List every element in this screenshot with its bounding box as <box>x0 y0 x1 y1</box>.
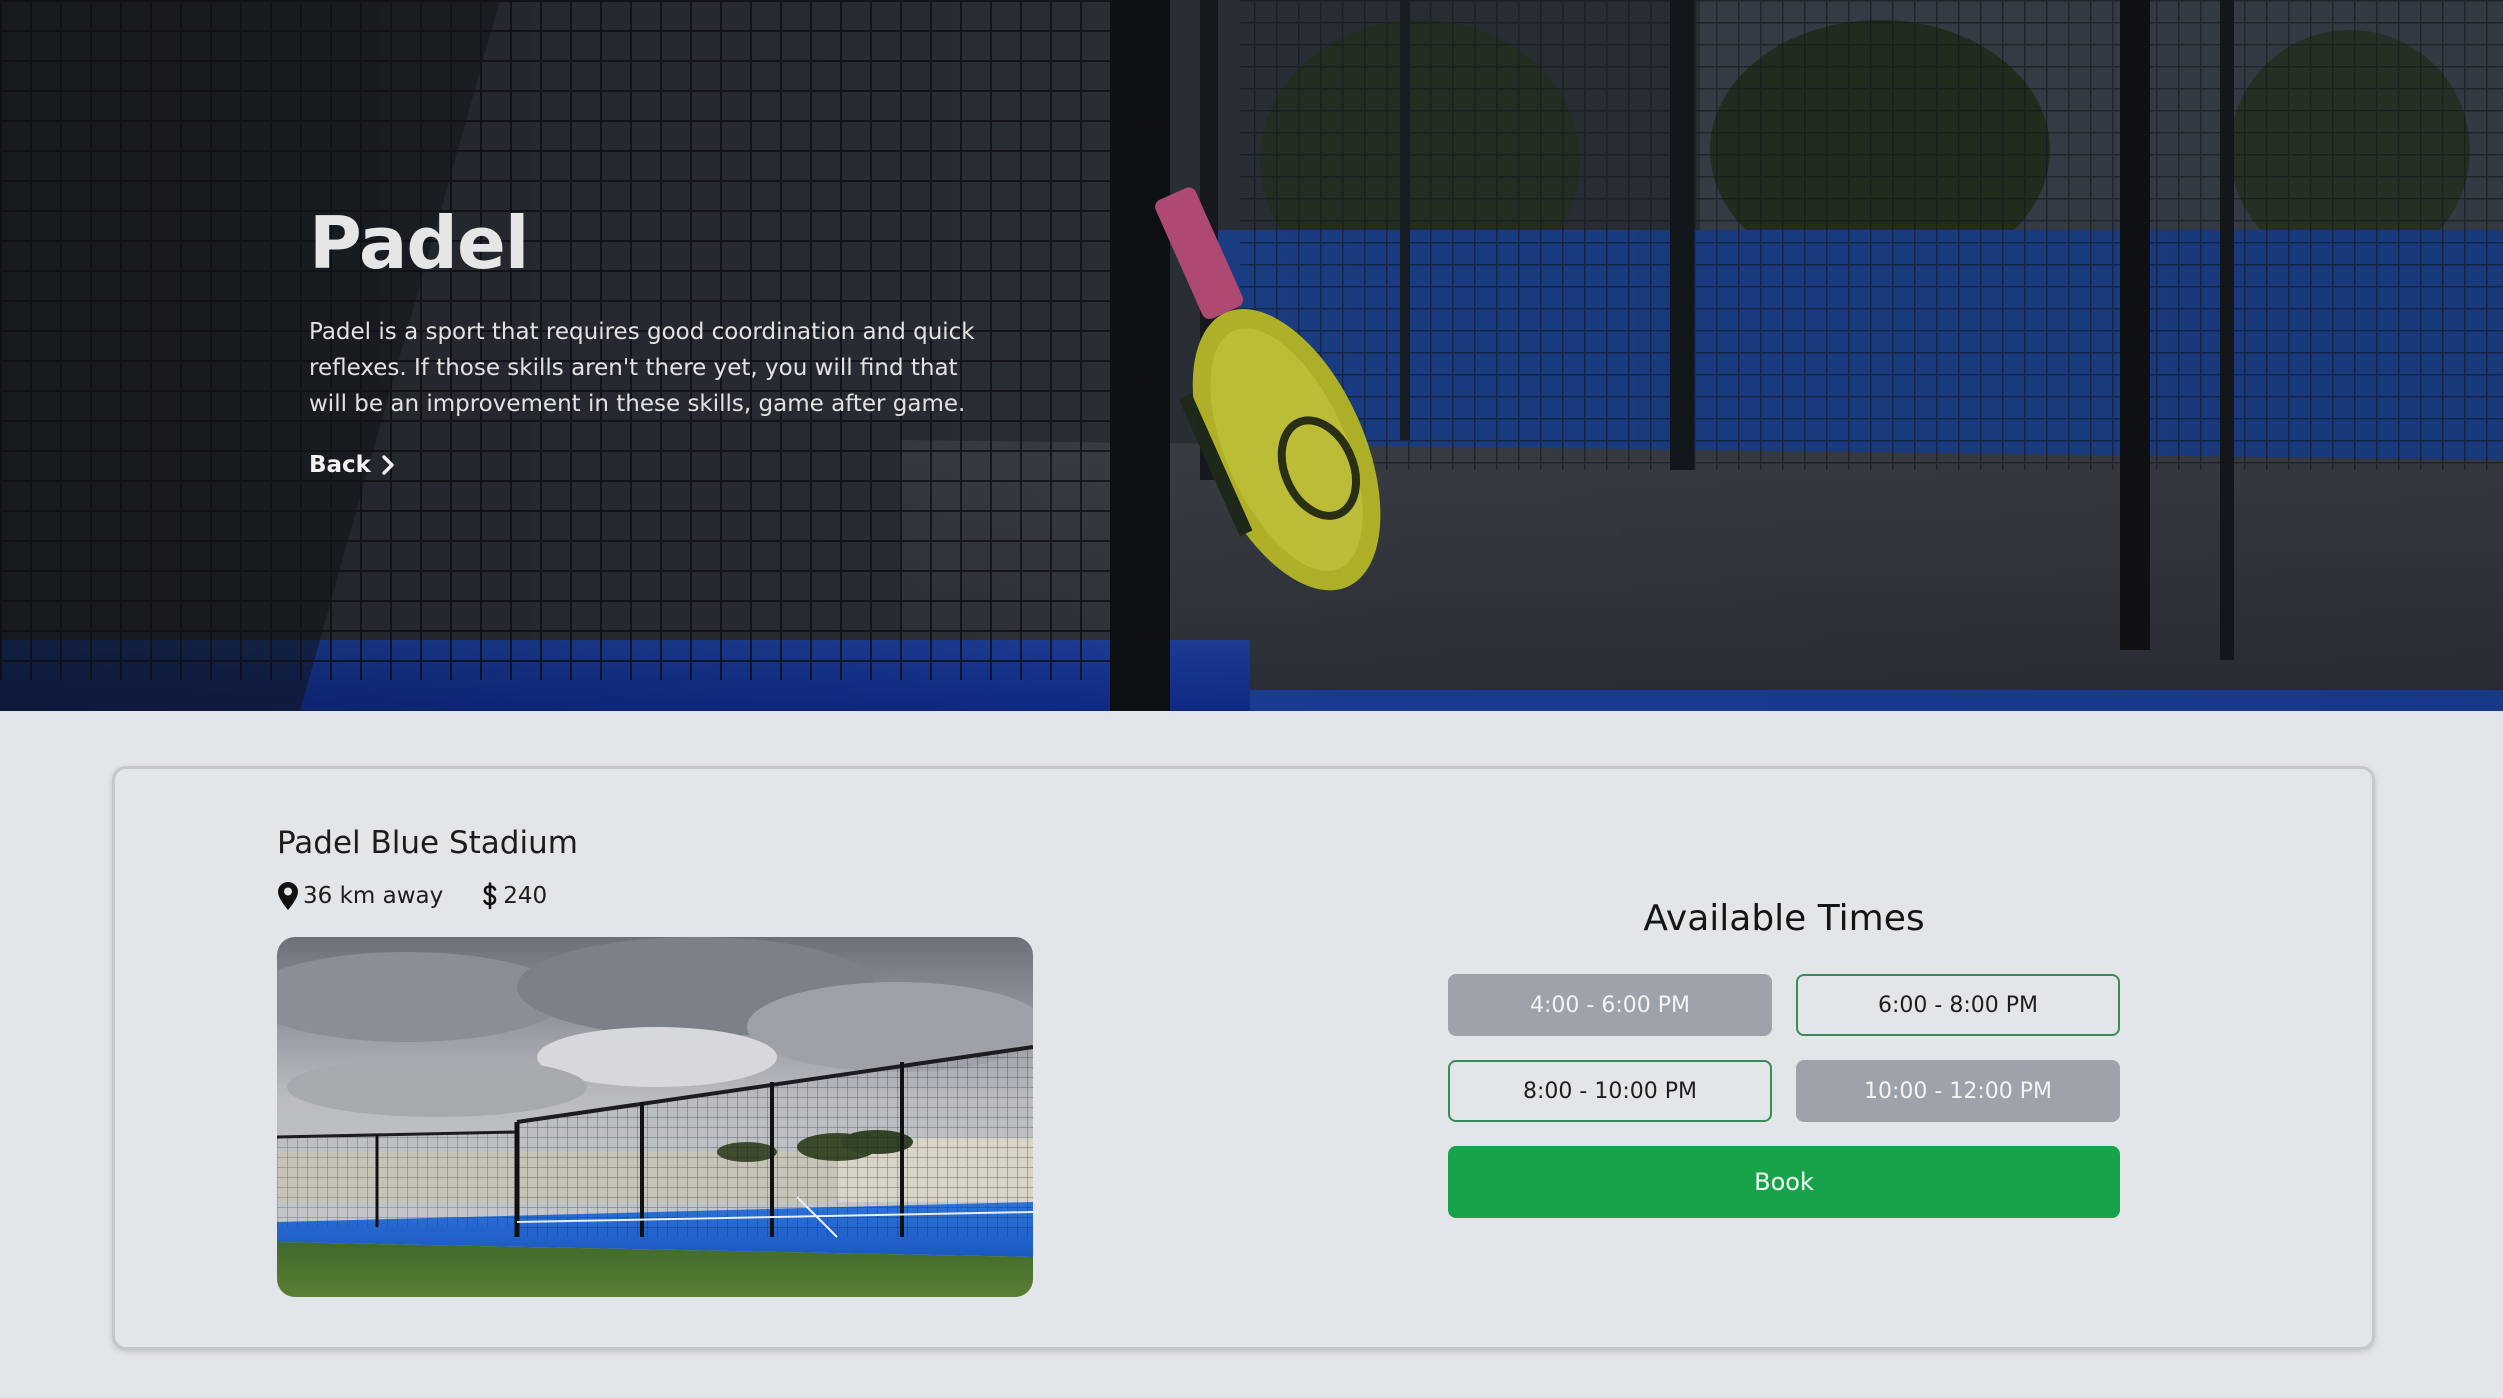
available-times-panel: Available Times 4:00 - 6:00 PM 6:00 - 8:… <box>1448 894 2120 1218</box>
hero-content: Padel Padel is a sport that requires goo… <box>309 200 989 478</box>
venue-meta: 36 km away 240 <box>277 881 547 911</box>
time-slot-grid: 4:00 - 6:00 PM 6:00 - 8:00 PM 8:00 - 10:… <box>1448 974 2120 1122</box>
time-slot-8-10pm[interactable]: 8:00 - 10:00 PM <box>1448 1060 1772 1122</box>
hero-banner: Padel Padel is a sport that requires goo… <box>0 0 2503 711</box>
time-slot-4-6pm[interactable]: 4:00 - 6:00 PM <box>1448 974 1772 1036</box>
venue-name: Padel Blue Stadium <box>277 825 578 861</box>
chevron-right-icon <box>381 454 395 476</box>
page-title: Padel <box>309 201 529 285</box>
map-pin-icon <box>277 881 303 911</box>
distance-text: 36 km away <box>303 883 444 909</box>
price-text: 240 <box>503 883 548 909</box>
venue-card: Padel Blue Stadium 36 km away 240 Availa… <box>112 766 2375 1350</box>
venue-distance: 36 km away <box>277 881 443 911</box>
venue-photo <box>277 937 1033 1297</box>
sport-description: Padel is a sport that requires good coor… <box>309 319 975 418</box>
book-button[interactable]: Book <box>1448 1146 2120 1218</box>
dollar-icon <box>481 882 503 910</box>
back-link-label: Back <box>309 452 371 479</box>
time-slot-6-8pm[interactable]: 6:00 - 8:00 PM <box>1796 974 2120 1036</box>
time-slot-10-12pm[interactable]: 10:00 - 12:00 PM <box>1796 1060 2120 1122</box>
available-times-title: Available Times <box>1643 898 1925 939</box>
venue-price: 240 <box>481 882 547 910</box>
back-link[interactable]: Back <box>309 452 395 478</box>
